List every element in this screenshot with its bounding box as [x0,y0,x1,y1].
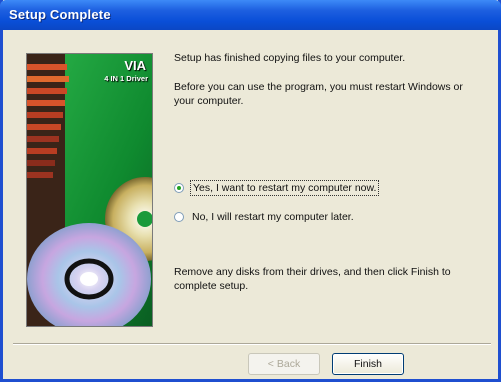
title-bar[interactable]: Setup Complete [0,0,501,30]
radio-button-no[interactable] [174,212,184,222]
banner-brand: VIA [124,58,146,73]
finished-copying-text: Setup has finished copying files to your… [174,52,406,64]
banner-artwork [27,54,152,326]
window-title: Setup Complete [9,7,111,22]
setup-banner-image: VIA 4 IN 1 Driver [26,53,153,327]
back-button[interactable]: < Back [248,353,320,375]
restart-now-label[interactable]: Yes, I want to restart my computer now. [190,180,380,196]
finish-button[interactable]: Finish [332,353,404,375]
radio-button-yes[interactable] [174,183,184,193]
restart-later-option[interactable]: No, I will restart my computer later. [174,210,356,224]
button-divider [13,343,491,345]
setup-dialog: Setup Complete VIA 4 IN 1 Driver Setup h… [0,0,501,382]
restart-required-text: Before you can use the program, you must… [174,81,463,107]
restart-later-label[interactable]: No, I will restart my computer later. [190,210,356,224]
remove-disks-text: Remove any disks from their drives, and … [174,266,451,292]
banner-subtitle: 4 IN 1 Driver [104,74,148,83]
restart-now-option[interactable]: Yes, I want to restart my computer now. [174,180,380,196]
